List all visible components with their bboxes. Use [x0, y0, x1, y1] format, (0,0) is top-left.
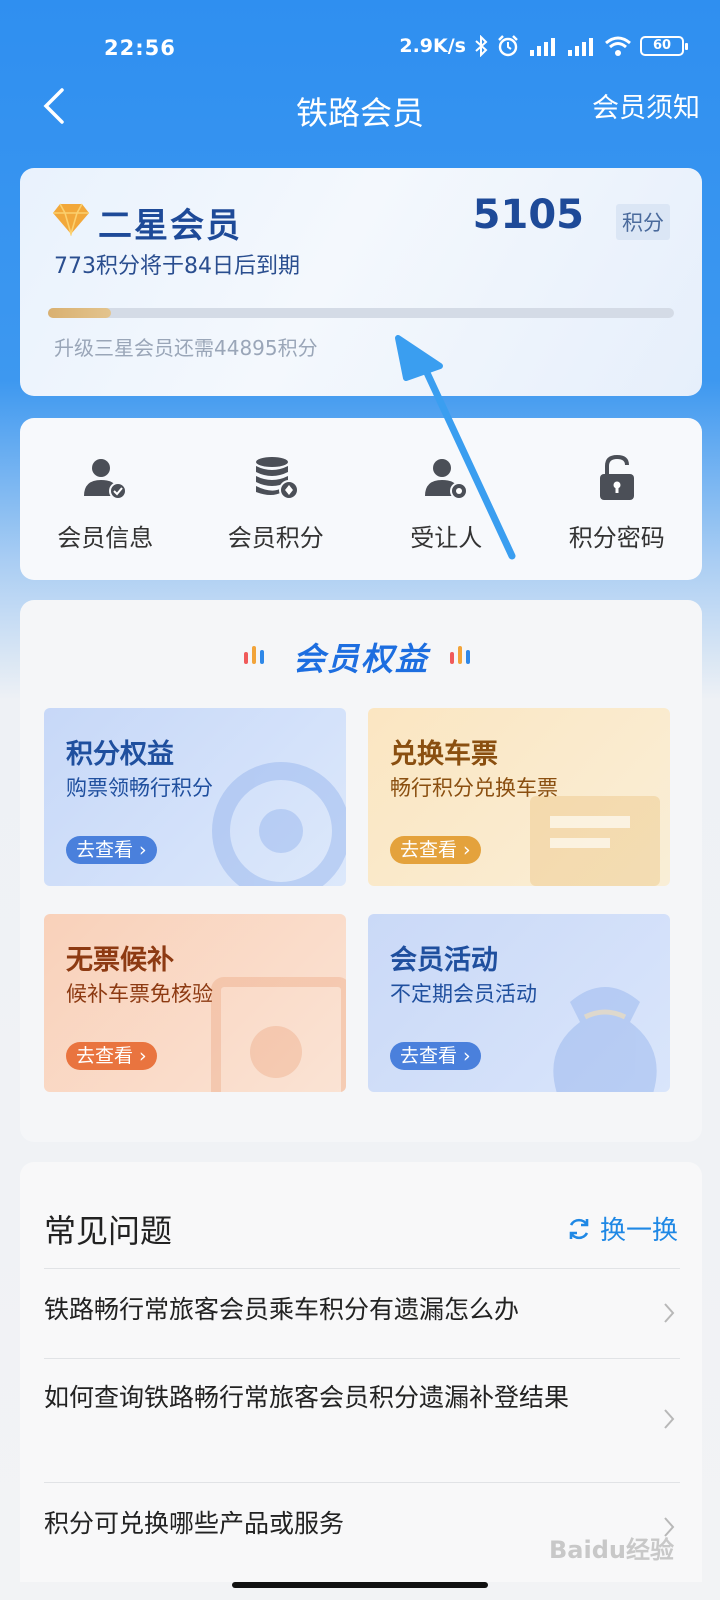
- status-indicators: 2.9K/s 60: [399, 34, 688, 58]
- chevron-right-icon: [664, 1409, 675, 1429]
- status-time: 22:56: [104, 36, 176, 60]
- points-value: 5105: [472, 192, 584, 238]
- signal-icon: [528, 36, 558, 56]
- benefit-card-points[interactable]: 积分权益 购票领畅行积分 去查看 ›: [44, 708, 346, 886]
- quick-label: 会员信息: [57, 524, 154, 552]
- upgrade-progress-fill: [48, 308, 111, 318]
- view-button[interactable]: 去查看 ›: [66, 836, 157, 864]
- benefit-card-subtitle: 购票领畅行积分: [66, 776, 213, 800]
- refresh-icon: [569, 1218, 589, 1239]
- member-benefits-panel: 会员权益 积分权益 购票领畅行积分 去查看 › 兑换车票 畅行积分兑换车票 去查…: [20, 600, 702, 1142]
- watermark: Baidu经验: [549, 1536, 674, 1564]
- alarm-icon: [496, 34, 520, 58]
- diamond-icon: [52, 202, 90, 240]
- benefit-card-subtitle: 畅行积分兑换车票: [390, 776, 558, 800]
- quick-item-member-points[interactable]: 会员积分: [191, 418, 362, 580]
- quick-label: 积分密码: [568, 524, 665, 552]
- quick-item-points-password[interactable]: 积分密码: [532, 418, 703, 580]
- benefits-title: 会员权益: [292, 640, 429, 678]
- upgrade-progress-bar: [48, 308, 674, 318]
- quick-item-member-info[interactable]: 会员信息: [20, 418, 191, 580]
- faq-item[interactable]: 铁路畅行常旅客会员乘车积分有遗漏怎么办: [44, 1268, 680, 1358]
- quick-label: 受让人: [410, 524, 483, 552]
- signal-icon-2: [566, 36, 596, 56]
- upgrade-notice: 升级三星会员还需44895积分: [54, 336, 318, 360]
- benefit-card-exchange-ticket[interactable]: 兑换车票 畅行积分兑换车票 去查看 ›: [368, 708, 670, 886]
- member-card[interactable]: 二星会员 5105 积分 773积分将于84日后到期 升级三星会员还需44895…: [20, 168, 702, 396]
- bluetooth-icon: [474, 35, 488, 57]
- member-info-icon: [84, 459, 128, 500]
- wifi-icon: [604, 35, 632, 57]
- view-button[interactable]: 去查看 ›: [66, 1042, 157, 1070]
- points-expire-notice: 773积分将于84日后到期: [54, 254, 300, 279]
- view-button[interactable]: 去查看 ›: [390, 1042, 481, 1070]
- benefit-card-activities[interactable]: 会员活动 不定期会员活动 去查看 ›: [368, 914, 670, 1092]
- points-unit: 积分: [616, 204, 670, 240]
- status-bar: 22:56 2.9K/s 60: [0, 0, 720, 90]
- benefit-card-waitlist[interactable]: 无票候补 候补车票免核验 去查看 ›: [44, 914, 346, 1092]
- benefit-card-title: 积分权益: [66, 739, 174, 770]
- ticket-frame-icon: [211, 977, 346, 1092]
- faq-question: 积分可兑换哪些产品或服务: [44, 1509, 345, 1538]
- lock-icon: [599, 454, 634, 500]
- battery-indicator: 60: [640, 36, 688, 56]
- benefit-card-subtitle: 不定期会员活动: [390, 982, 537, 1006]
- chevron-right-icon: [664, 1303, 675, 1323]
- home-indicator[interactable]: [232, 1582, 488, 1588]
- quick-label: 会员积分: [227, 524, 324, 552]
- view-button[interactable]: 去查看 ›: [390, 836, 481, 864]
- benefit-card-title: 无票候补: [66, 945, 174, 976]
- benefit-card-title: 会员活动: [390, 945, 498, 976]
- refresh-button[interactable]: 换一换: [566, 1210, 678, 1247]
- refresh-label: 换一换: [599, 1216, 678, 1246]
- quick-item-assignee[interactable]: 受让人: [361, 418, 532, 580]
- faq-panel: 常见问题 换一换 铁路畅行常旅客会员乘车积分有遗漏怎么办 如何查询铁路畅行常旅客…: [20, 1162, 702, 1582]
- quick-menu: 会员信息 会员积分 受让人 积分密码: [20, 418, 702, 580]
- benefit-card-title: 兑换车票: [390, 739, 498, 770]
- decorative-bars-icon: [450, 646, 470, 664]
- benefit-card-subtitle: 候补车票免核验: [66, 982, 213, 1006]
- gift-bag-icon: [553, 987, 657, 1092]
- network-speed: 2.9K/s: [399, 35, 466, 57]
- faq-title: 常见问题: [44, 1212, 173, 1250]
- member-level: 二星会员: [98, 206, 242, 246]
- assignee-icon: [425, 459, 469, 500]
- faq-question: 铁路畅行常旅客会员乘车积分有遗漏怎么办: [44, 1295, 520, 1324]
- faq-question: 如何查询铁路畅行常旅客会员积分遗漏补登结果: [44, 1383, 570, 1412]
- points-database-icon: [255, 457, 299, 500]
- faq-item[interactable]: 如何查询铁路畅行常旅客会员积分遗漏补登结果: [44, 1358, 680, 1482]
- member-notice-link[interactable]: 会员须知: [592, 86, 700, 125]
- train-logo-icon: [212, 762, 346, 886]
